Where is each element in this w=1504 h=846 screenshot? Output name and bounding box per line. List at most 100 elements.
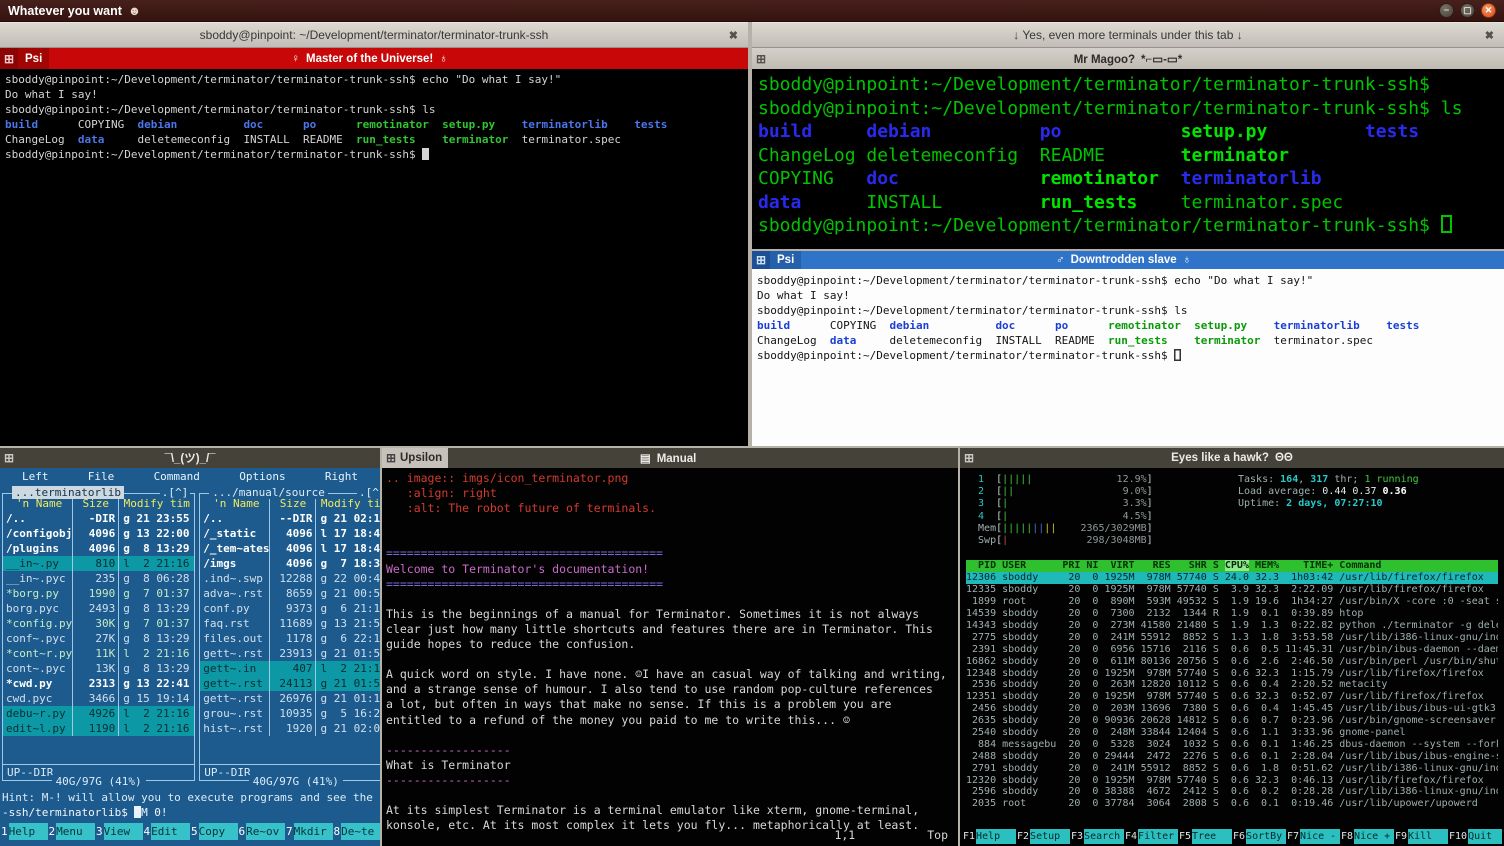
file-row[interactable]: debu~r.py4926l 2 21:16 xyxy=(3,706,194,721)
file-row[interactable]: borg.pyc2493g 8 13:29 xyxy=(3,601,194,616)
group-label-psi[interactable]: Psi xyxy=(770,251,801,269)
file-row[interactable]: conf~.pyc27Kg 8 13:29 xyxy=(3,631,194,646)
fnkey-nice[interactable]: F8Nice + xyxy=(1340,829,1394,844)
tab-close-icon[interactable]: ✖ xyxy=(1485,29,1494,42)
mc-left-corner[interactable]: .[^] xyxy=(160,486,191,499)
process-row[interactable]: 12335 sboddy 20 0 1925M 978M 57740 S 3.9… xyxy=(966,584,1498,596)
mc-menu-item-right[interactable]: Right xyxy=(325,470,358,485)
file-row[interactable]: gett~.rst23913g 21 01:58 xyxy=(200,646,380,661)
terminal-titlebar-master[interactable]: ⊞ Psi ♀Master of the Universe!♁ xyxy=(0,48,748,69)
close-button[interactable]: ✕ xyxy=(1481,3,1496,18)
fnkey-reov[interactable]: 6Re~ov xyxy=(238,823,286,840)
fnkey-tree[interactable]: F5Tree xyxy=(1178,829,1232,844)
mc-menu-item-command[interactable]: Command xyxy=(154,470,200,485)
file-row[interactable]: grou~.rst10935g 5 16:20 xyxy=(200,706,380,721)
mc-left-panel[interactable]: ...terminatorlib .[^] 'n Name Size Modif… xyxy=(2,493,195,781)
terminator-grid-icon[interactable]: ⊞ xyxy=(382,448,400,468)
mc-right-panel[interactable]: .../manual/source .[^] 'n Name Size Modi… xyxy=(199,493,380,781)
file-row[interactable]: /configobj4096g 13 22:00 xyxy=(3,526,194,541)
fnkey-help[interactable]: F1Help xyxy=(962,829,1016,844)
fnkey-copy[interactable]: 5Copy xyxy=(190,823,238,840)
file-row[interactable]: *borg.py1990g 7 01:37 xyxy=(3,586,194,601)
terminator-grid-icon[interactable]: ⊞ xyxy=(752,48,770,69)
mc-menu-item-left[interactable]: Left xyxy=(22,470,49,485)
fnkey-filter[interactable]: F4Filter xyxy=(1124,829,1178,844)
window-titlebar[interactable]: Whatever you want ☻ − ▢ ✕ xyxy=(0,0,1504,22)
process-row[interactable]: 14343 sboddy 20 0 273M 41580 21480 S 1.9… xyxy=(966,620,1498,632)
file-row[interactable]: gett~.rst24113g 21 01:58 xyxy=(200,676,380,691)
htop-header-row[interactable]: PID USER PRI NI VIRT RES SHR S CPU% MEM%… xyxy=(966,560,1498,572)
fnkey-kill[interactable]: F9Kill xyxy=(1394,829,1448,844)
file-row[interactable]: gett~.in407l 2 21:16 xyxy=(200,661,380,676)
terminal-titlebar-vim[interactable]: ⊞Upsilon ▤Manual xyxy=(382,448,958,468)
vim-editor[interactable]: .. image:: imgs/icon_terminator.png :ali… xyxy=(382,468,958,846)
mc-right-path[interactable]: .../manual/source xyxy=(209,486,328,499)
file-row[interactable]: .ind~.swp12288g 22 00:43 xyxy=(200,571,380,586)
file-row[interactable]: /plugins4096g 8 13:29 xyxy=(3,541,194,556)
left-window-close-icon[interactable]: ✖ xyxy=(729,29,738,42)
process-row[interactable]: 2035 root 20 0 37784 3064 2808 S 0.6 0.1… xyxy=(966,798,1498,810)
file-row[interactable]: /..-DIRg 21 23:55 xyxy=(3,511,194,526)
process-row[interactable]: 12306 sboddy 20 0 1925M 978M 57740 S 24.… xyxy=(966,572,1498,584)
group-label-psi[interactable]: Psi xyxy=(18,48,49,69)
process-row[interactable]: 2775 sboddy 20 0 241M 55912 8852 S 1.3 1… xyxy=(966,632,1498,644)
fnkey-view[interactable]: 3View xyxy=(95,823,143,840)
process-row[interactable]: 14539 sboddy 20 0 7300 2132 1344 R 1.9 0… xyxy=(966,608,1498,620)
htop-monitor[interactable]: 1 [||||| 12.9%] 2 [|| 9.0%] 3 [| 3.3%] 4… xyxy=(960,468,1504,846)
mc-menu-item-file[interactable]: File xyxy=(88,470,115,485)
terminator-grid-icon[interactable]: ⊞ xyxy=(0,48,18,69)
file-row[interactable]: cont~.pyc13Kg 8 13:29 xyxy=(3,661,194,676)
process-row[interactable]: 2635 sboddy 20 0 90936 20628 14812 S 0.6… xyxy=(966,715,1498,727)
file-row[interactable]: files.out1178g 6 22:12 xyxy=(200,631,380,646)
file-row[interactable]: *cont~r.py11Kl 2 21:16 xyxy=(3,646,194,661)
file-row[interactable]: __in~.py810l 2 21:16 xyxy=(3,556,194,571)
process-row[interactable]: 2536 sboddy 20 0 263M 12820 10112 S 0.6 … xyxy=(966,679,1498,691)
terminal-slave[interactable]: sboddy@pinpoint:~/Development/terminator… xyxy=(752,269,1504,446)
process-row[interactable]: 2391 sboddy 20 0 6956 15716 2116 S 0.6 0… xyxy=(966,644,1498,656)
tab-bar[interactable]: ↓ Yes, even more terminals under this ta… xyxy=(752,22,1504,48)
terminal-master[interactable]: sboddy@pinpoint:~/Development/terminator… xyxy=(0,69,748,446)
file-row[interactable]: cwd.pyc3466g 15 19:14 xyxy=(3,691,194,706)
group-segment-upsilon[interactable]: ⊞Upsilon xyxy=(382,448,448,468)
minimize-button[interactable]: − xyxy=(1439,3,1454,18)
process-row[interactable]: 12351 sboddy 20 0 1925M 978M 57740 S 0.6… xyxy=(966,691,1498,703)
file-row[interactable]: gett~.rst26976g 21 01:13 xyxy=(200,691,380,706)
terminal-titlebar-htop[interactable]: ⊞ Eyes like a hawk?ΘΘ xyxy=(960,448,1504,468)
mc-command-line[interactable]: -ssh/terminatorlib$ M 0! xyxy=(0,806,380,821)
process-row[interactable]: 12320 sboddy 20 0 1925M 978M 57740 S 0.6… xyxy=(966,775,1498,787)
file-row[interactable]: faq.rst11689g 13 21:54 xyxy=(200,616,380,631)
process-row[interactable]: 12348 sboddy 20 0 1925M 978M 57740 S 0.6… xyxy=(966,668,1498,680)
process-row[interactable]: 2456 sboddy 20 0 203M 13696 7380 S 0.6 0… xyxy=(966,703,1498,715)
process-row[interactable]: 2488 sboddy 20 0 29444 2472 2276 S 0.6 0… xyxy=(966,751,1498,763)
left-window-titlebar[interactable]: sboddy@pinpoint: ~/Development/terminato… xyxy=(0,22,748,48)
maximize-button[interactable]: ▢ xyxy=(1460,3,1475,18)
fnkey-mkdir[interactable]: 7Mkdir xyxy=(285,823,333,840)
fnkey-menu[interactable]: 2Menu xyxy=(48,823,96,840)
process-row[interactable]: 2596 sboddy 20 0 38388 4672 2412 S 0.6 0… xyxy=(966,786,1498,798)
file-row[interactable]: *config.py30Kg 7 01:37 xyxy=(3,616,194,631)
file-row[interactable]: /..--DIRg 21 02:11 xyxy=(200,511,380,526)
terminator-grid-icon[interactable]: ⊞ xyxy=(960,448,978,468)
group-label-upsilon[interactable]: Upsilon xyxy=(400,452,442,464)
fnkey-dete[interactable]: 8De~te xyxy=(333,823,381,840)
process-row[interactable]: 2791 sboddy 20 0 241M 55912 8852 S 0.6 1… xyxy=(966,763,1498,775)
file-row[interactable]: adva~.rst8659g 21 00:52 xyxy=(200,586,380,601)
file-row[interactable]: edit~l.py1190l 2 21:16 xyxy=(3,721,194,736)
file-row[interactable]: hist~.rst1920g 21 02:03 xyxy=(200,721,380,736)
file-row[interactable]: /_static4096l 17 18:40 xyxy=(200,526,380,541)
mc-right-corner[interactable]: .[^] xyxy=(357,486,380,499)
process-row[interactable]: 16862 sboddy 20 0 611M 80136 20756 S 0.6… xyxy=(966,656,1498,668)
process-row[interactable]: 1899 root 20 0 890M 593M 49532 S 1.9 19.… xyxy=(966,596,1498,608)
process-row[interactable]: 884 messagebu 20 0 5328 3024 1032 S 0.6 … xyxy=(966,739,1498,751)
fnkey-edit[interactable]: 4Edit xyxy=(143,823,191,840)
file-row[interactable]: *cwd.py2313g 13 22:41 xyxy=(3,676,194,691)
mc-menu-item-options[interactable]: Options xyxy=(239,470,285,485)
mc-left-path[interactable]: ...terminatorlib xyxy=(12,486,124,499)
fnkey-nice[interactable]: F7Nice - xyxy=(1286,829,1340,844)
midnight-commander[interactable]: Left File Command Options Right ...terminato… xyxy=(0,468,380,846)
tab-label[interactable]: ↓ Yes, even more terminals under this ta… xyxy=(1013,28,1242,42)
terminal-titlebar-mc[interactable]: ⊞ ¯\_(ツ)_/¯ xyxy=(0,448,380,468)
file-row[interactable]: conf.py9373g 6 21:16 xyxy=(200,601,380,616)
file-row[interactable]: /_tem~ates4096l 17 18:40 xyxy=(200,541,380,556)
terminator-grid-icon[interactable]: ⊞ xyxy=(752,251,770,269)
